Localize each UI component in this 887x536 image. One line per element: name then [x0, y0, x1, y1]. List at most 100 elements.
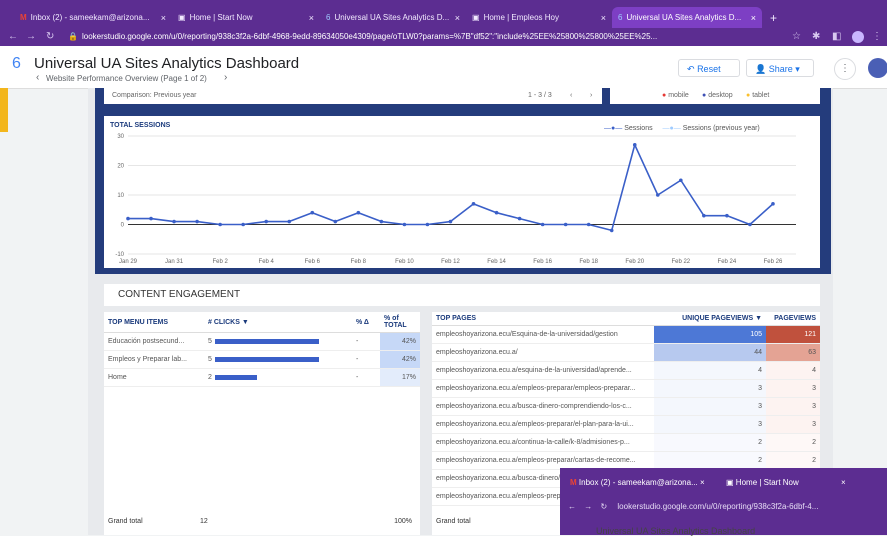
close-tab-icon[interactable]: ×: [161, 13, 166, 23]
reload-icon[interactable]: ↻: [46, 30, 54, 44]
close-tab-icon[interactable]: ×: [841, 478, 846, 487]
looker-icon: 6: [326, 13, 331, 22]
x-tick-label: Feb 12: [441, 259, 460, 265]
forward-icon[interactable]: →: [584, 502, 592, 511]
menu-items-panel: TOP MENU ITEMS # CLICKS ▼ % Δ % of TOTAL…: [104, 312, 420, 535]
legend-dot: ●: [702, 92, 707, 99]
y-tick-label: 0: [121, 223, 125, 229]
col-header-delta[interactable]: % Δ: [352, 312, 380, 333]
table-row[interactable]: empleoshoyarizona.ecu.a/empleos-preparar…: [432, 415, 820, 434]
sidebar-icon[interactable]: ◧: [832, 30, 841, 44]
overlay-url[interactable]: lookerstudio.google.com/u/0/reporting/93…: [617, 502, 818, 511]
close-tab-icon[interactable]: ×: [455, 13, 460, 23]
close-tab-icon[interactable]: ×: [700, 478, 705, 487]
menu-items-table: TOP MENU ITEMS # CLICKS ▼ % Δ % of TOTAL…: [104, 312, 420, 387]
data-point: [563, 222, 568, 227]
overlay-address-bar[interactable]: ← → ↻ lookerstudio.google.com/u/0/report…: [568, 502, 884, 511]
grand-total-label: Grand total: [436, 518, 471, 525]
table-row[interactable]: empleoshoyarizona.ecu.a/empleos-preparar…: [432, 451, 820, 470]
table-row[interactable]: empleoshoyarizona.ecu.a/44 63: [432, 343, 820, 362]
close-tab-icon[interactable]: ×: [601, 13, 606, 23]
menu-dots-icon[interactable]: ⋮: [872, 30, 882, 44]
x-tick-label: Feb 8: [351, 259, 367, 265]
new-tab-button[interactable]: +: [764, 7, 784, 28]
table-row[interactable]: empleoshoyarizona.ecu.a/continua-la-call…: [432, 433, 820, 452]
back-icon[interactable]: ←: [568, 502, 576, 511]
chevron-left-icon[interactable]: ‹: [36, 72, 39, 83]
table-row[interactable]: empleoshoyarizona.ecu.a/empleos-preparar…: [432, 379, 820, 398]
browser-tab-empleos[interactable]: ▣ Home | Empleos Hoy ×: [466, 7, 612, 28]
address-bar-row: ← → ↻ 🔒 lookerstudio.google.com/u/0/repo…: [0, 28, 887, 46]
table-row[interactable]: empleoshoyarizona.ecu/Esquina-de-la-univ…: [432, 325, 820, 344]
sessions-series-line: [128, 144, 774, 232]
extensions-icon[interactable]: ✱: [812, 30, 820, 44]
user-avatar[interactable]: [868, 58, 887, 78]
x-tick-label: Feb 16: [533, 259, 552, 265]
next-page-icon[interactable]: ›: [590, 88, 592, 104]
chevron-right-icon[interactable]: ›: [224, 72, 227, 83]
col-header-clicks[interactable]: # CLICKS ▼: [204, 312, 352, 333]
data-point: [149, 216, 153, 221]
y-tick-label: 20: [117, 164, 124, 170]
bookmark-star-icon[interactable]: ☆: [792, 30, 801, 44]
more-options-button[interactable]: ⋮: [834, 58, 856, 80]
data-point: [126, 216, 130, 221]
data-point: [356, 210, 361, 215]
legend-dot: ●: [662, 92, 667, 99]
table-row[interactable]: empleoshoyarizona.ecu.a/busca-dinero-com…: [432, 397, 820, 416]
data-point: [494, 210, 499, 215]
share-button[interactable]: 👤 Share ▾: [746, 59, 814, 77]
clicks-bar: [214, 338, 319, 344]
data-point: [195, 219, 199, 224]
clicks-bar: [214, 356, 319, 362]
col-header-menu[interactable]: TOP MENU ITEMS: [104, 312, 204, 333]
sessions-line-chart: -10 0 10 20 30 Jan 29 Jan 31 Feb 2 Feb 4 Feb 6 Feb…: [115, 134, 796, 265]
data-point: [241, 222, 245, 227]
browser-tab-looker-active[interactable]: 6 Universal UA Sites Analytics D... ×: [612, 7, 762, 28]
col-header-pct[interactable]: % of TOTAL: [380, 312, 420, 333]
looker-studio-logo-icon[interactable]: 6: [12, 55, 21, 73]
tab-strip: M Inbox (2) - sameekam@arizona... × ▣ Ho…: [0, 0, 887, 28]
comparison-strip: Comparison: Previous year 1 - 3 / 3 ‹ ›: [104, 88, 602, 104]
report-title: Universal UA Sites Analytics Dashboard: [34, 55, 300, 72]
data-point: [218, 222, 222, 227]
col-header-unique[interactable]: UNIQUE PAGEVIEWS ▼: [654, 312, 766, 326]
x-tick-label: Feb 18: [579, 259, 598, 265]
table-row[interactable]: empleoshoyarizona.ecu.a/esquina-de-la-un…: [432, 361, 820, 380]
reset-button[interactable]: ↶ Reset: [678, 59, 740, 77]
browser-tab-inbox[interactable]: M Inbox (2) - sameekam@arizona... ×: [14, 7, 172, 28]
overlapping-browser-window[interactable]: M Inbox (2) - sameekam@arizona... × ▣ Ho…: [560, 468, 887, 535]
data-point: [264, 219, 269, 224]
table-row[interactable]: Educación postsecund... 5 - 42%: [104, 332, 420, 351]
x-tick-label: Feb 26: [764, 259, 783, 265]
overlay-tab-inbox[interactable]: M Inbox (2) - sameekam@arizona... ×: [570, 478, 705, 487]
close-tab-icon[interactable]: ×: [309, 13, 314, 23]
app-icon: ▣: [472, 13, 480, 22]
table-row[interactable]: Home 2 - 17%: [104, 368, 420, 387]
overlay-tab-start-now[interactable]: ▣ Home | Start Now ×: [726, 478, 846, 487]
data-point: [402, 222, 407, 227]
url-field[interactable]: lookerstudio.google.com/u/0/reporting/93…: [82, 30, 772, 44]
col-header-views[interactable]: PAGEVIEWS: [766, 312, 820, 326]
x-tick-label: Feb 20: [625, 259, 644, 265]
x-tick-label: Feb 22: [671, 259, 690, 265]
clicks-bar: [214, 374, 257, 380]
grand-total-row: Grand total 12 100%: [108, 518, 412, 525]
back-icon[interactable]: ←: [8, 30, 18, 44]
app-icon: ▣: [726, 478, 734, 487]
pager-text: 1 - 3 / 3: [528, 92, 552, 99]
browser-tab-start-now[interactable]: ▣ Home | Start Now ×: [172, 7, 320, 28]
reload-icon[interactable]: ↻: [600, 502, 607, 511]
forward-icon[interactable]: →: [26, 30, 36, 44]
col-header-page[interactable]: TOP PAGES: [432, 312, 654, 326]
data-point: [655, 193, 660, 197]
prev-page-icon[interactable]: ‹: [570, 88, 572, 104]
profile-avatar[interactable]: [852, 31, 864, 43]
data-point: [725, 213, 729, 218]
data-point: [609, 228, 614, 233]
close-tab-icon[interactable]: ×: [751, 13, 756, 23]
data-point: [425, 222, 430, 227]
browser-tab-looker[interactable]: 6 Universal UA Sites Analytics D... ×: [320, 7, 466, 28]
table-row[interactable]: Empleos y Preparar lab... 5 - 42%: [104, 350, 420, 369]
page-selector[interactable]: Website Performance Overview (Page 1 of …: [46, 74, 207, 83]
